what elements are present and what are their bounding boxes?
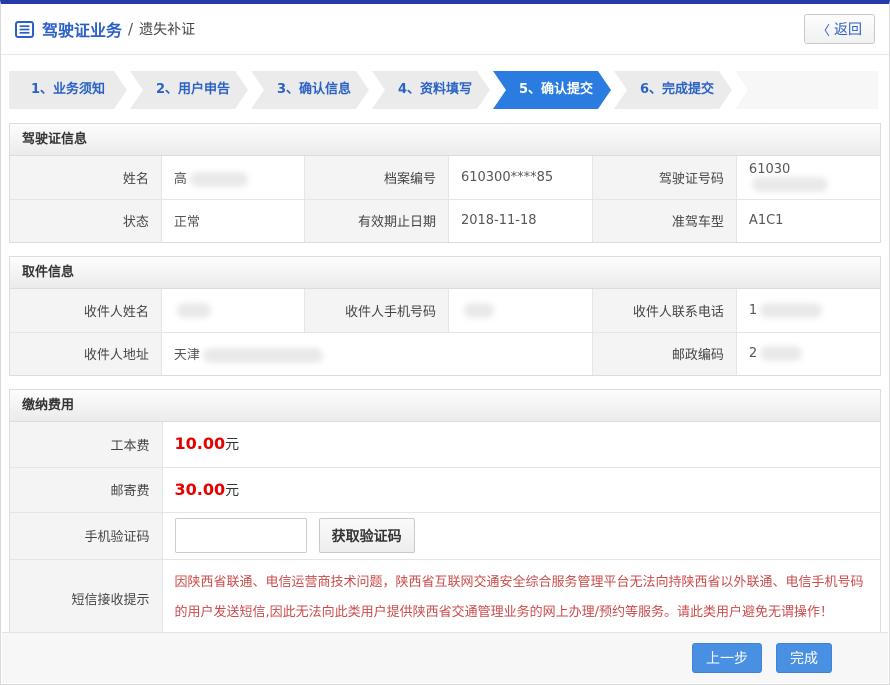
field-label-expiry-date: 有效期止日期 bbox=[305, 199, 449, 242]
redacted-value-blur bbox=[760, 346, 802, 361]
fees-table: 工本费 10.00元 邮寄费 30.00元 手机验证码 获取验证码 短信接收提示… bbox=[10, 422, 880, 637]
section-license-title: 驾驶证信息 bbox=[10, 124, 880, 156]
value-text: 正常 bbox=[174, 215, 200, 230]
value-text: 61030 bbox=[749, 162, 790, 177]
table-row: 状态 正常 有效期止日期 2018-11-18 准驾车型 A1C1 bbox=[10, 199, 880, 242]
table-row: 短信接收提示 因陕西省联通、电信运营商技术问题，陕西省互联网交通安全综合服务管理… bbox=[10, 559, 880, 637]
table-row: 收件人姓名 收件人手机号码 收件人联系电话 1 bbox=[10, 289, 880, 332]
previous-step-button[interactable]: 上一步 bbox=[692, 643, 762, 673]
field-label-postage-fee: 邮寄费 bbox=[10, 467, 162, 512]
field-label-status: 状态 bbox=[10, 199, 161, 242]
sms-notice-text: 因陕西省联通、电信运营商技术问题，陕西省互联网交通安全综合服务管理平台无法向持陕… bbox=[175, 575, 864, 620]
step-1: 1、业务须知 bbox=[9, 71, 127, 109]
value-text: 610300****85 bbox=[461, 170, 553, 185]
table-row: 姓名 高 档案编号 610300****85 驾驶证号码 61030 bbox=[10, 156, 880, 199]
value-text: 高 bbox=[174, 172, 187, 187]
field-value-vehicle-class: A1C1 bbox=[736, 199, 880, 242]
value-text: 2 bbox=[749, 346, 757, 361]
field-label-postcode: 邮政编码 bbox=[592, 332, 736, 375]
field-value-file-number: 610300****85 bbox=[448, 156, 592, 199]
redacted-value-blur bbox=[190, 172, 248, 187]
table-row: 邮寄费 30.00元 bbox=[10, 467, 880, 512]
field-value-expiry-date: 2018-11-18 bbox=[448, 199, 592, 242]
field-value-license-number: 61030 bbox=[736, 156, 880, 199]
step-4: 4、资料填写 bbox=[372, 71, 490, 109]
step-5-active: 5、确认提交 bbox=[493, 71, 611, 109]
table-row: 工本费 10.00元 bbox=[10, 422, 880, 467]
field-label-recipient-mobile: 收件人手机号码 bbox=[305, 289, 449, 332]
field-label-recipient-address: 收件人地址 bbox=[10, 332, 161, 375]
field-sms-code: 获取验证码 bbox=[162, 512, 880, 559]
section-fees: 缴纳费用 工本费 10.00元 邮寄费 30.00元 手机验证码 获取验证码 短… bbox=[9, 389, 881, 638]
fee-amount: 10.00 bbox=[175, 434, 226, 453]
redacted-value-blur bbox=[203, 348, 323, 363]
license-table: 姓名 高 档案编号 610300****85 驾驶证号码 61030 状态 正常… bbox=[10, 156, 880, 242]
field-label-license-number: 驾驶证号码 bbox=[592, 156, 736, 199]
back-button[interactable]: 〈返回 bbox=[804, 14, 875, 44]
value-text: 天津 bbox=[174, 348, 200, 363]
step-wizard: 1、业务须知 2、用户申告 3、确认信息 4、资料填写 5、确认提交 6、完成提… bbox=[9, 71, 881, 109]
page-header: 驾驶证业务 / 遗失补证 〈返回 bbox=[1, 4, 889, 55]
page-container: 驾驶证业务 / 遗失补证 〈返回 1、业务须知 2、用户申告 3、确认信息 4、… bbox=[0, 0, 890, 685]
value-text: A1C1 bbox=[749, 213, 784, 228]
field-sms-notice: 因陕西省联通、电信运营商技术问题，陕西省互联网交通安全综合服务管理平台无法向持陕… bbox=[162, 559, 880, 637]
field-value-recipient-phone: 1 bbox=[736, 289, 880, 332]
field-value-production-fee: 10.00元 bbox=[162, 422, 880, 467]
breadcrumb-current: 遗失补证 bbox=[139, 19, 195, 39]
footer-action-bar: 上一步 完成 bbox=[2, 632, 888, 683]
redacted-value-blur bbox=[464, 303, 494, 318]
field-label-name: 姓名 bbox=[10, 156, 161, 199]
redacted-value-blur bbox=[177, 303, 211, 318]
section-license-info: 驾驶证信息 姓名 高 档案编号 610300****85 驾驶证号码 61030… bbox=[9, 123, 881, 243]
field-label-production-fee: 工本费 bbox=[10, 422, 162, 467]
step-2: 2、用户申告 bbox=[130, 71, 248, 109]
pickup-table: 收件人姓名 收件人手机号码 收件人联系电话 1 收件人地址 天津 邮政编码 2 bbox=[10, 289, 880, 375]
table-row: 收件人地址 天津 邮政编码 2 bbox=[10, 332, 880, 375]
section-pickup-info: 取件信息 收件人姓名 收件人手机号码 收件人联系电话 1 收件人地址 天津 邮政… bbox=[9, 256, 881, 376]
field-value-postage-fee: 30.00元 bbox=[162, 467, 880, 512]
breadcrumb-separator: / bbox=[128, 20, 133, 38]
step-trailing-segment bbox=[735, 71, 878, 109]
fee-unit: 元 bbox=[225, 483, 239, 499]
redacted-value-blur bbox=[760, 303, 822, 318]
field-value-recipient-address: 天津 bbox=[161, 332, 592, 375]
field-label-file-number: 档案编号 bbox=[305, 156, 449, 199]
section-fees-title: 缴纳费用 bbox=[10, 390, 880, 422]
back-button-label: 返回 bbox=[834, 19, 862, 39]
list-icon bbox=[15, 21, 34, 38]
table-row: 手机验证码 获取验证码 bbox=[10, 512, 880, 559]
value-text: 1 bbox=[749, 303, 757, 318]
fee-unit: 元 bbox=[225, 437, 239, 453]
finish-button[interactable]: 完成 bbox=[776, 643, 832, 673]
redacted-value-blur bbox=[752, 177, 828, 192]
field-value-name: 高 bbox=[161, 156, 305, 199]
step-6: 6、完成提交 bbox=[614, 71, 732, 109]
section-pickup-title: 取件信息 bbox=[10, 257, 880, 289]
field-value-postcode: 2 bbox=[736, 332, 880, 375]
field-label-recipient-name: 收件人姓名 bbox=[10, 289, 161, 332]
field-value-recipient-mobile bbox=[448, 289, 592, 332]
field-value-recipient-name bbox=[161, 289, 305, 332]
field-label-vehicle-class: 准驾车型 bbox=[592, 199, 736, 242]
field-label-recipient-phone: 收件人联系电话 bbox=[592, 289, 736, 332]
sms-code-input[interactable] bbox=[175, 518, 307, 553]
get-sms-code-button[interactable]: 获取验证码 bbox=[319, 518, 415, 553]
step-3: 3、确认信息 bbox=[251, 71, 369, 109]
field-value-status: 正常 bbox=[161, 199, 305, 242]
page-title: 驾驶证业务 bbox=[42, 17, 122, 41]
chevron-left-icon: 〈 bbox=[817, 20, 830, 39]
fee-amount: 30.00 bbox=[175, 480, 226, 499]
value-text: 2018-11-18 bbox=[461, 213, 537, 228]
field-label-sms-notice: 短信接收提示 bbox=[10, 559, 162, 637]
field-label-sms-code: 手机验证码 bbox=[10, 512, 162, 559]
